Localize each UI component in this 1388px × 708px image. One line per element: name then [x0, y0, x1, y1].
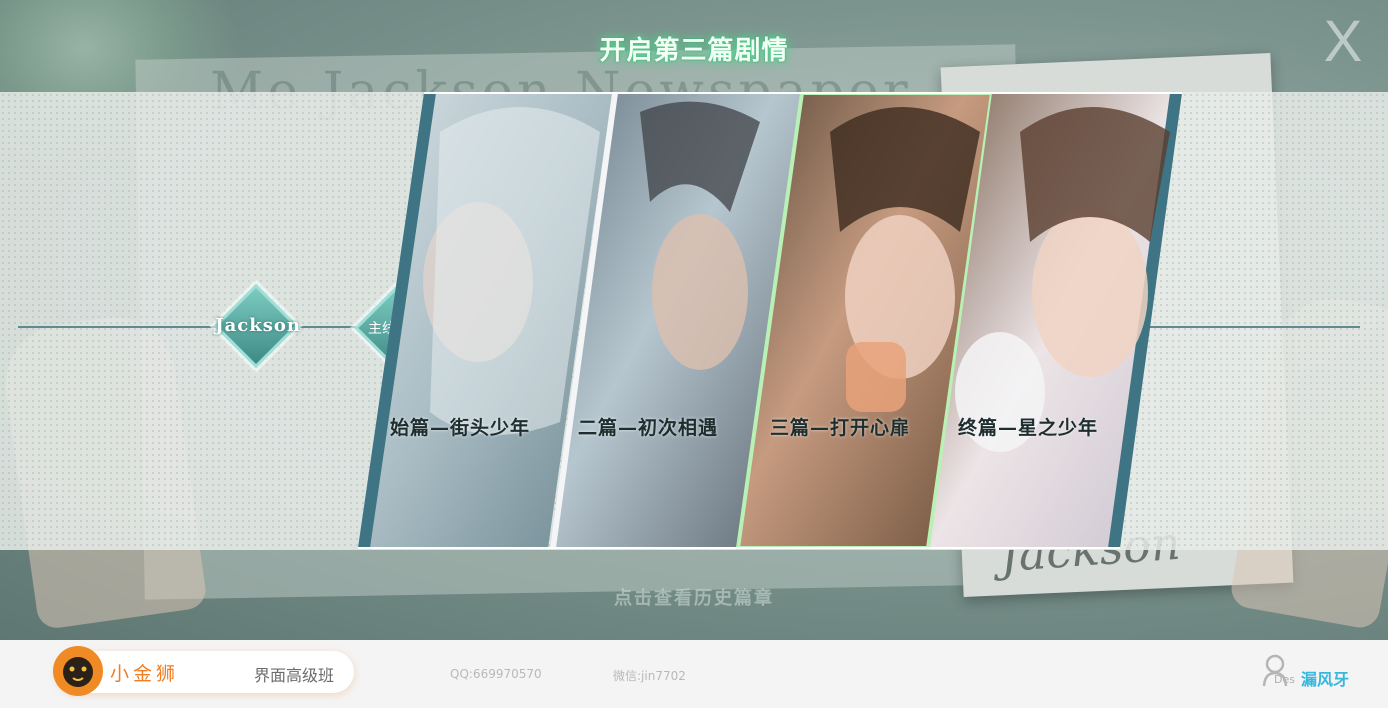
brand-name: 小金狮 [110, 663, 180, 685]
page-title: 开启第三篇剧情 [599, 36, 789, 66]
user-sub-label: Des [1274, 673, 1295, 686]
close-button[interactable]: X [1316, 12, 1370, 72]
chapter-3-label: 三篇—打开心扉 [770, 417, 911, 439]
lion-logo-icon [53, 646, 103, 696]
chapter-4-label: 终篇—星之少年 [958, 417, 1099, 439]
chapter-card-4[interactable] [932, 92, 1180, 548]
history-chapters-link[interactable]: 点击查看历史篇章 [0, 584, 1388, 610]
footer-bar: 小金狮 界面高级班 QQ:669970570 微信:jin7702 Des 漏风… [0, 640, 1388, 708]
chapter-1-label: 始篇—街头少年 [390, 417, 531, 439]
chapter-2-label: 二篇—初次相遇 [578, 417, 719, 439]
story-scene-background: Me Jackson Newspaper Jackson 开启第三篇剧情 X J… [0, 0, 1388, 640]
qq-contact: QQ:669970570 [450, 667, 542, 681]
author-name: 漏风牙 [1301, 670, 1350, 689]
wechat-contact: 微信:jin7702 [613, 669, 686, 683]
course-name: 界面高级班 [254, 666, 335, 685]
